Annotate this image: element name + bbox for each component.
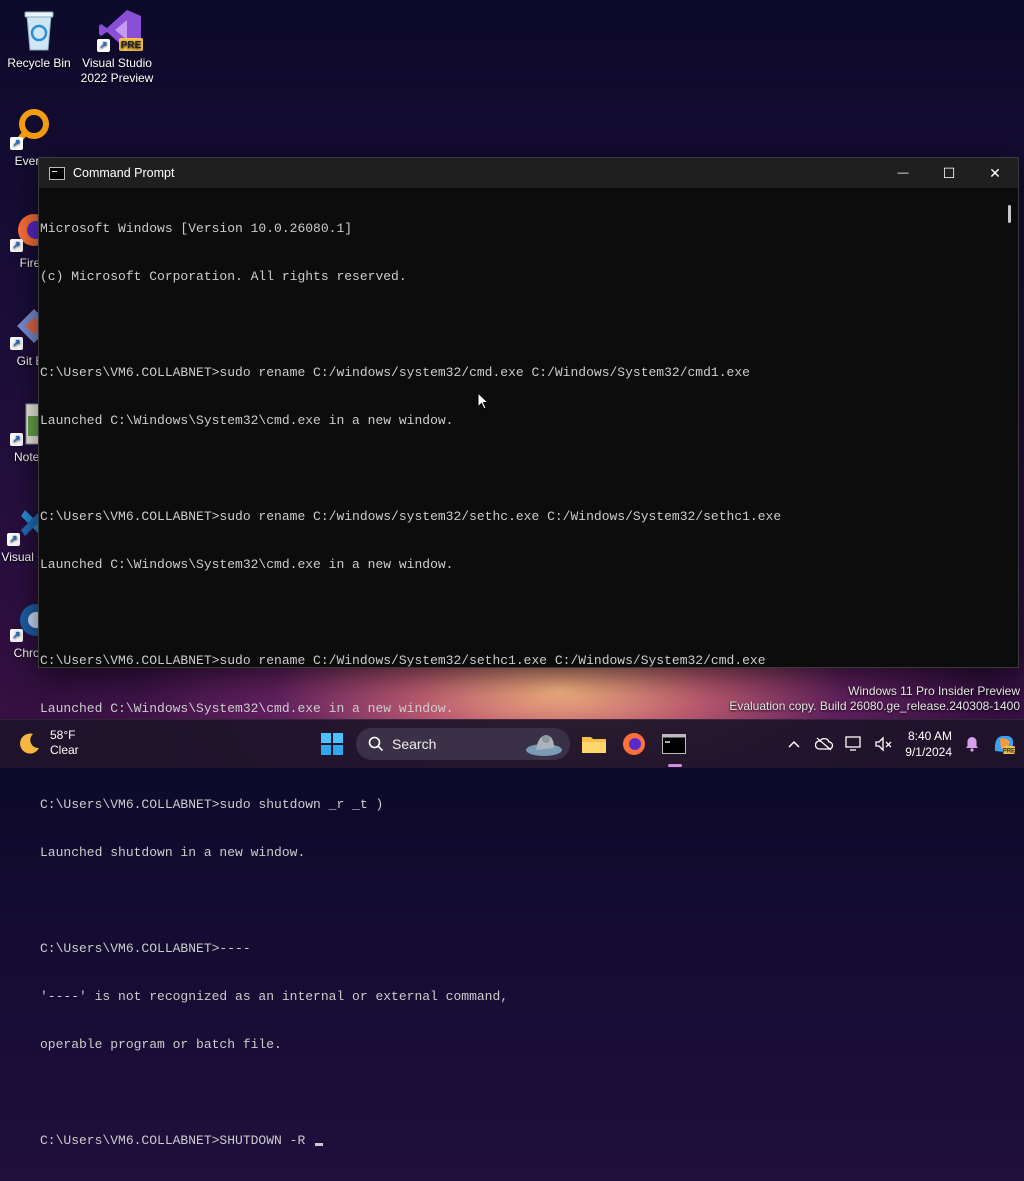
moon-icon [20,733,39,754]
console-line: (c) Microsoft Corporation. All rights re… [40,269,407,284]
windows-logo-icon [321,733,343,755]
search-icon [368,736,384,752]
onedrive-icon[interactable] [809,720,839,768]
mouse-pointer-icon [477,392,489,410]
weather-condition: Clear [50,743,79,757]
console-line: C:\Users\VM6.COLLABNET>sudo rename C:/wi… [40,509,782,524]
console-prompt-line[interactable]: C:\Users\VM6.COLLABNET>SHUTDOWN -R [40,1133,1018,1149]
folder-icon [582,737,606,753]
shortcut-arrow-icon: ↗ [10,629,23,642]
recycle-bin-icon [19,8,59,52]
start-button[interactable] [312,726,352,762]
clock-date: 9/1/2024 [905,745,952,759]
desktop-icon-label: Visual Studio 2022 Preview [80,56,154,85]
console-line: C:\Users\VM6.COLLABNET>sudo rename C:/Wi… [40,653,766,668]
console-line: Launched C:\Windows\System32\cmd.exe in … [40,557,454,572]
console-line: C:\Users\VM6.COLLABNET>sudo rename C:/wi… [40,365,750,380]
watermark-line: Evaluation copy. Build 26080.ge_release.… [729,699,1020,713]
taskbar-search-box[interactable]: Search [356,728,570,760]
search-label: Search [392,736,437,752]
maximize-button[interactable]: ☐ [926,158,972,188]
shortcut-arrow-icon: ↗ [10,137,23,150]
terminal-icon [662,734,686,754]
desktop-icon-label: Recycle Bin [7,56,71,70]
console-input[interactable]: C:\Users\VM6.COLLABNET>SHUTDOWN -R [40,1133,313,1148]
notification-bell-icon[interactable] [960,720,984,768]
command-prompt-window[interactable]: Command Prompt — ☐ ✕ Microsoft Windows [… [38,157,1019,1148]
console-line: '----' is not recognized as an internal … [40,989,509,1004]
magnifier-icon: ↗ [10,106,50,150]
firefox-icon [623,733,645,755]
visual-studio-icon: PRE ↗ [97,8,143,52]
scrollbar-thumb[interactable] [1008,205,1011,223]
console-line: operable program or batch file. [40,1037,282,1052]
show-hidden-icons-chevron-icon[interactable] [779,720,809,768]
system-tray: 8:40 AM 9/1/2024 PRE [779,720,1024,768]
title-bar[interactable]: Command Prompt — ☐ ✕ [39,158,1018,188]
taskbar-command-prompt[interactable] [654,726,694,767]
volume-muted-icon[interactable] [869,720,899,768]
copilot-icon[interactable]: PRE [984,720,1024,768]
taskbar-clock[interactable]: 8:40 AM 9/1/2024 [905,728,952,760]
close-button[interactable]: ✕ [972,158,1018,188]
taskbar: 58°F Clear Search 8:40 AM 9/1/2024 PRE [0,719,1024,768]
minimize-button[interactable]: — [880,158,926,188]
active-app-indicator [668,764,682,767]
network-icon[interactable] [839,720,869,768]
console-line: Microsoft Windows [Version 10.0.26080.1] [40,221,353,236]
evaluation-watermark: Windows 11 Pro Insider Preview Evaluatio… [729,684,1020,714]
console-line: C:\Users\VM6.COLLABNET>---- [40,941,251,956]
console-line: C:\Users\VM6.COLLABNET>sudo shutdown _r … [40,797,384,812]
console-icon [49,166,65,180]
text-cursor [315,1143,324,1146]
taskbar-file-explorer[interactable] [574,726,614,762]
pre-badge: PRE [1003,749,1015,755]
console-line: Launched C:\Windows\System32\cmd.exe in … [40,413,454,428]
search-highlight-icon [526,735,562,756]
weather-temp: 58°F [50,728,76,742]
desktop-icon-visual-studio[interactable]: PRE ↗ Visual Studio 2022 Preview [79,8,155,86]
console-line: Launched shutdown in a new window. [40,845,306,860]
watermark-line: Windows 11 Pro Insider Preview [848,684,1020,698]
pre-badge: PRE [121,40,142,51]
clock-time: 8:40 AM [907,729,952,743]
desktop-icon-recycle-bin[interactable]: Recycle Bin [1,8,77,71]
shortcut-arrow-icon: ↗ [7,533,20,546]
shortcut-arrow-icon: ↗ [97,39,110,52]
taskbar-firefox[interactable] [614,726,654,762]
window-title: Command Prompt [73,166,175,180]
shortcut-arrow-icon: ↗ [10,337,23,350]
shortcut-arrow-icon: ↗ [10,239,23,252]
shortcut-arrow-icon: ↗ [10,433,23,446]
weather-widget[interactable]: 58°F Clear [18,728,79,758]
